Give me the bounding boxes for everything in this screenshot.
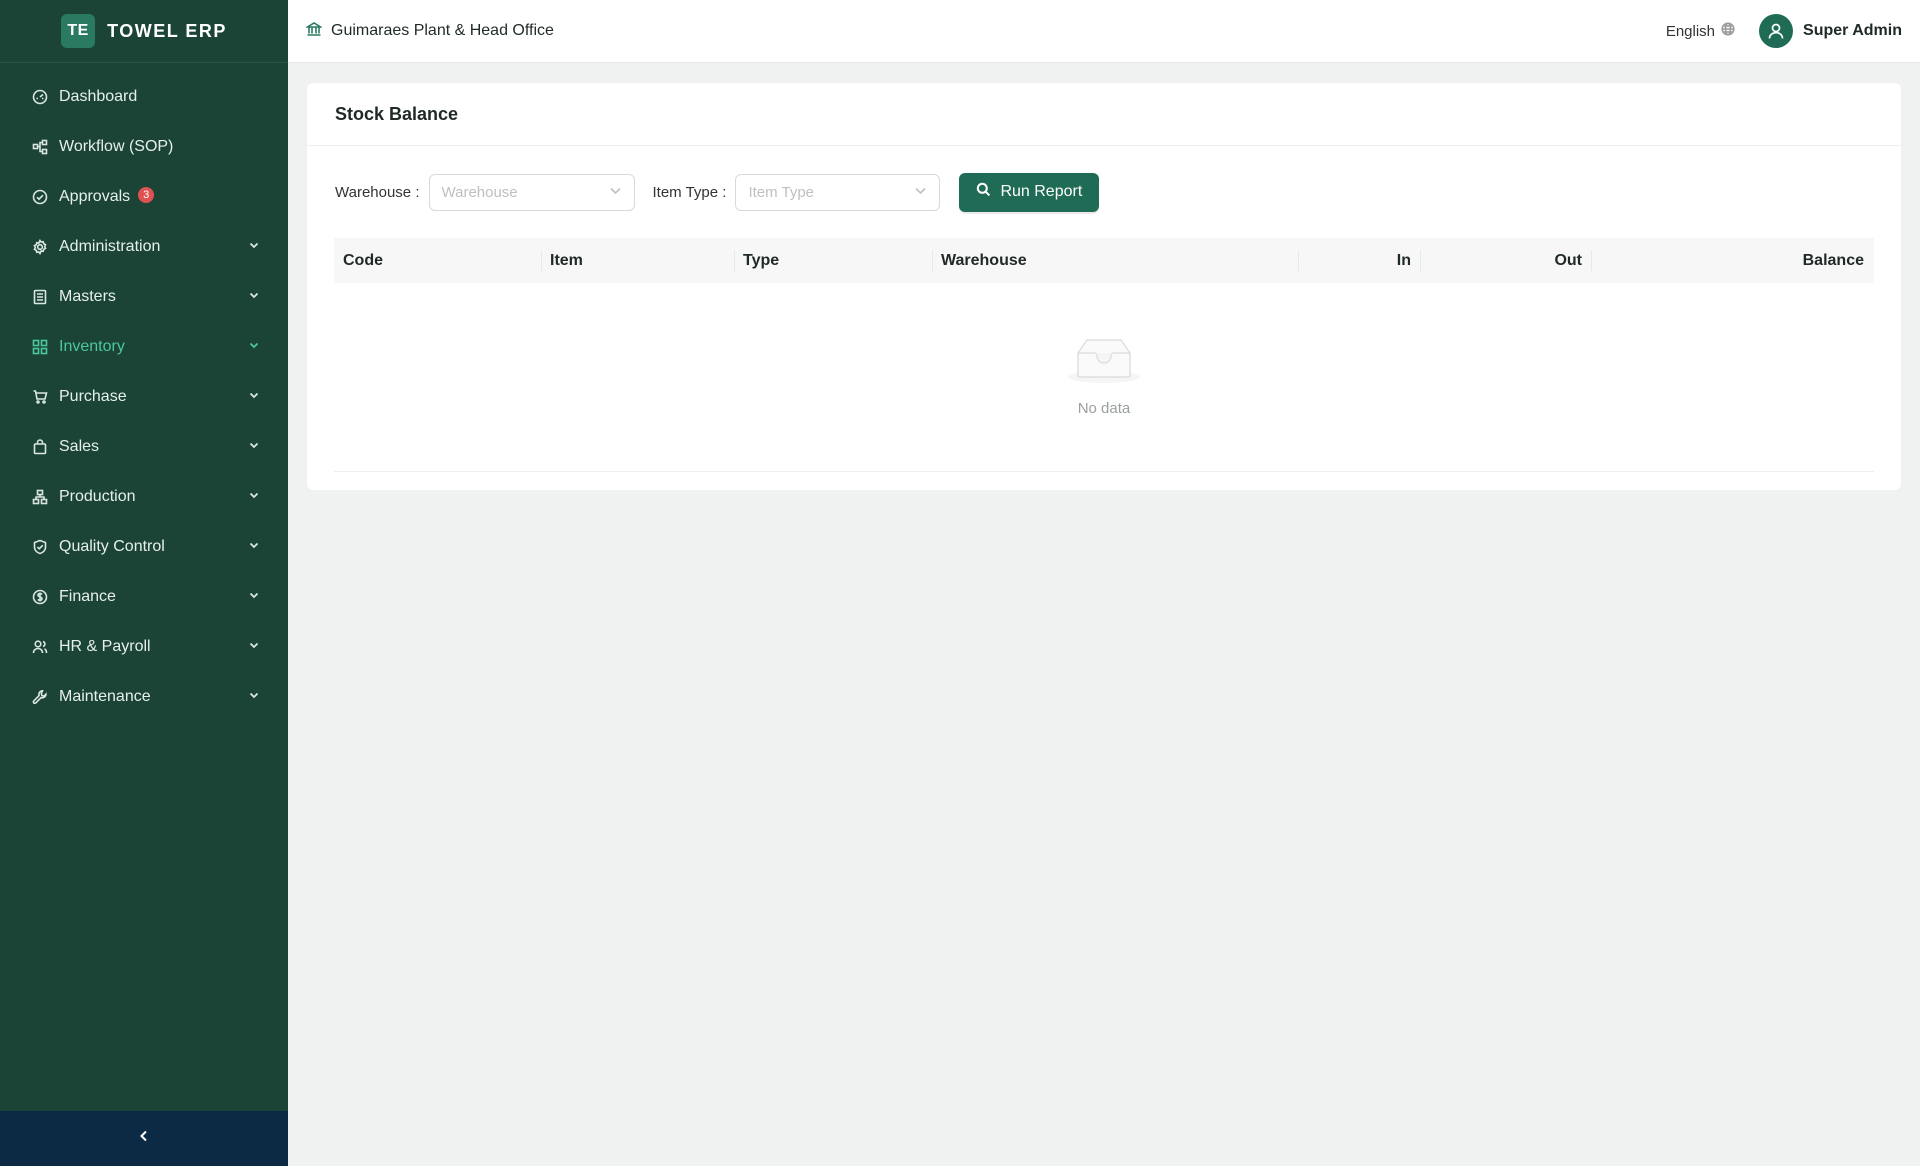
filter-bar: Warehouse : Warehouse Item Type : Item T… [307,146,1901,238]
user-name: Super Admin [1803,22,1902,39]
chevron-down-icon [248,488,260,506]
sidebar-item-label: Sales [59,438,100,455]
sidebar-item-label: Dashboard [59,88,138,105]
chevron-down-icon [248,288,260,306]
sidebar-item-label: Masters [59,288,116,305]
brand-name: TOWEL ERP [107,20,227,41]
brand-logo: TE [61,14,96,48]
chevron-down-icon [609,184,622,201]
chevron-down-icon [248,638,260,656]
org-selector[interactable]: Guimaraes Plant & Head Office [304,21,554,42]
sidebar-item-production[interactable]: Production [0,472,288,522]
column-header-code[interactable]: Code [334,238,541,283]
sidebar: TE TOWEL ERP Dashboard Workflow (SOP) Ap… [0,0,288,1166]
shield-check-icon [32,539,48,555]
chevron-left-icon [137,1129,151,1148]
sidebar-item-dashboard[interactable]: Dashboard [0,72,288,122]
language-label: English [1665,22,1716,40]
stock-balance-table: Code Item Type Warehouse In Out Balance … [334,238,1874,472]
chevron-down-icon [248,438,260,456]
hierarchy-icon [32,489,48,505]
empty-state-text: No data [1077,400,1131,417]
avatar [1759,14,1794,48]
sidebar-item-label: Administration [59,238,161,255]
item-type-select-placeholder: Item Type [748,183,815,201]
stock-balance-card: Stock Balance Warehouse : Warehouse Item… [307,83,1901,490]
top-header: Guimaraes Plant & Head Office English Su… [288,0,1920,63]
sidebar-item-label: Inventory [59,338,125,355]
book-icon [32,289,48,305]
sidebar-item-inventory[interactable]: Inventory [0,322,288,372]
sidebar-item-label: HR & Payroll [59,638,151,655]
user-menu[interactable]: Super Admin [1759,14,1902,48]
sidebar-item-workflow[interactable]: Workflow (SOP) [0,122,288,172]
column-header-balance[interactable]: Balance [1591,238,1873,283]
empty-inbox-icon [1067,337,1141,390]
sidebar-item-administration[interactable]: Administration [0,222,288,272]
org-name: Guimaraes Plant & Head Office [331,22,554,39]
wrench-icon [32,689,48,705]
run-report-button[interactable]: Run Report [959,172,1100,212]
empty-state: No data [334,283,1874,472]
sidebar-item-label: Maintenance [59,688,151,705]
column-header-item[interactable]: Item [541,238,734,283]
brand[interactable]: TE TOWEL ERP [0,0,288,63]
sidebar-item-label: Approvals [59,188,131,205]
sidebar-item-label: Finance [59,588,116,605]
language-selector[interactable]: English [1666,22,1735,40]
chevron-down-icon [248,238,260,256]
gear-icon [32,239,48,255]
bag-icon [32,439,48,455]
chevron-down-icon [248,338,260,356]
chevron-down-icon [248,588,260,606]
sidebar-item-approvals[interactable]: Approvals 3 [0,172,288,222]
sidebar-item-finance[interactable]: Finance [0,572,288,622]
sidebar-item-hr-payroll[interactable]: HR & Payroll [0,622,288,672]
workflow-icon [32,139,48,155]
sidebar-item-label: Purchase [59,388,127,405]
column-header-type[interactable]: Type [734,238,932,283]
dollar-icon [32,589,48,605]
approvals-badge: 3 [138,187,155,203]
sidebar-menu: Dashboard Workflow (SOP) Approvals 3 Adm… [0,63,288,722]
warehouse-select-placeholder: Warehouse [441,183,518,201]
cart-icon [32,389,48,405]
bank-icon [304,21,324,42]
warehouse-filter-label: Warehouse : [335,183,420,201]
chevron-down-icon [248,688,260,706]
column-header-warehouse[interactable]: Warehouse [932,238,1298,283]
column-header-in[interactable]: In [1298,238,1420,283]
run-report-label: Run Report [1000,183,1083,200]
item-type-filter-label: Item Type : [652,183,727,201]
chevron-down-icon [248,538,260,556]
search-icon [976,182,991,202]
sidebar-item-label: Production [59,488,136,505]
sidebar-collapse-button[interactable] [0,1111,288,1166]
column-header-out[interactable]: Out [1420,238,1591,283]
page-title: Stock Balance [307,83,1901,146]
sidebar-item-label: Quality Control [59,538,165,555]
grid-icon [32,339,48,355]
warehouse-select[interactable]: Warehouse [428,173,635,211]
item-type-select[interactable]: Item Type [735,173,941,211]
chevron-down-icon [248,388,260,406]
dashboard-icon [32,89,48,105]
sidebar-item-masters[interactable]: Masters [0,272,288,322]
sidebar-item-quality-control[interactable]: Quality Control [0,522,288,572]
sidebar-item-label: Workflow (SOP) [59,138,174,155]
users-icon [32,639,48,655]
table-header: Code Item Type Warehouse In Out Balance [334,238,1874,283]
chevron-down-icon [914,184,927,201]
sidebar-item-purchase[interactable]: Purchase [0,372,288,422]
sidebar-item-sales[interactable]: Sales [0,422,288,472]
globe-icon [1721,22,1735,40]
sidebar-item-maintenance[interactable]: Maintenance [0,672,288,722]
check-circle-icon [32,189,48,205]
